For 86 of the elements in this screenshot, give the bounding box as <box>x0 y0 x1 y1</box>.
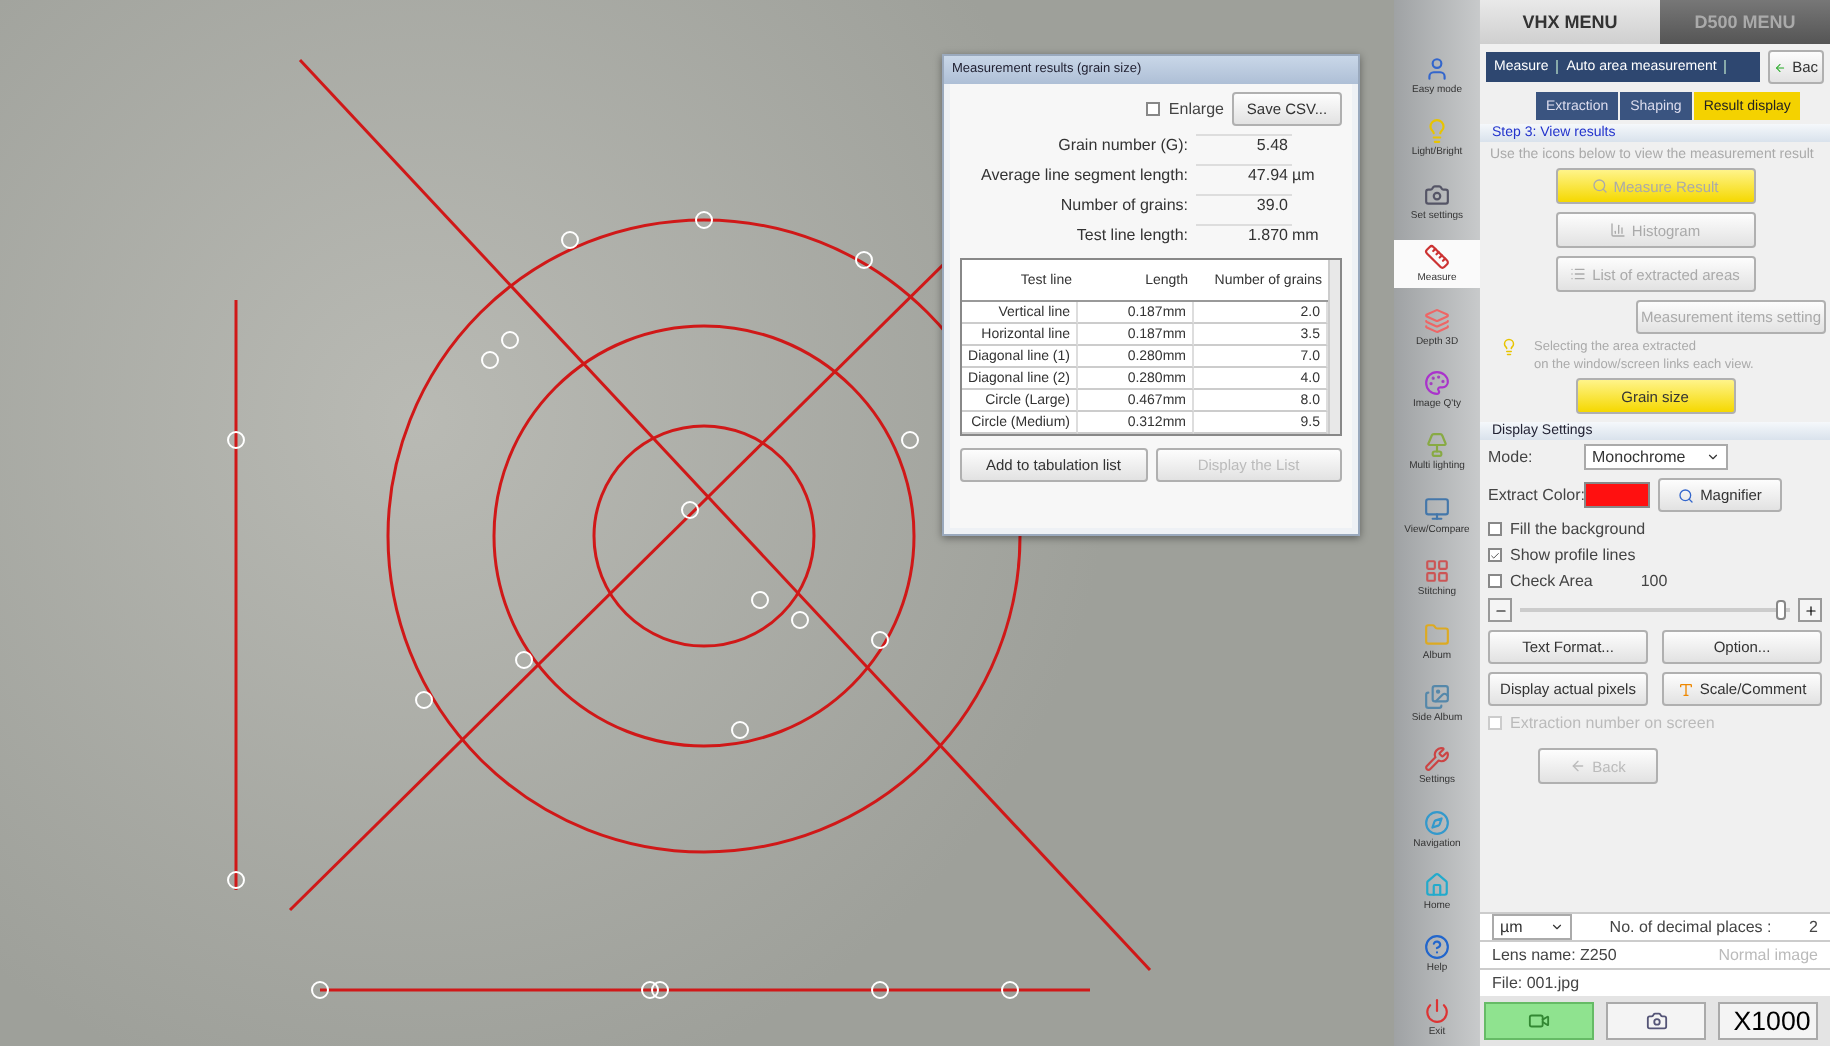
file-name: File: 001.jpg <box>1492 974 1580 992</box>
stat-label: Test line length: <box>1074 225 1190 243</box>
live-button[interactable] <box>1484 1002 1594 1040</box>
ruler-icon <box>1424 244 1450 271</box>
menu-tab[interactable]: VHX MENU <box>1480 0 1660 44</box>
power-icon <box>1424 997 1450 1024</box>
plus-button[interactable] <box>1798 598 1822 622</box>
text-icon <box>1677 681 1694 697</box>
stat-label: Average line segment length: <box>979 165 1190 183</box>
stat-value: 39.0 <box>1196 194 1292 214</box>
folder-icon <box>1424 621 1450 648</box>
checkbox[interactable] <box>1488 574 1502 588</box>
user-icon <box>1424 56 1450 82</box>
minus-button[interactable] <box>1488 598 1512 622</box>
intersection-marker <box>641 981 659 999</box>
intersection-marker <box>901 431 919 449</box>
compass-icon <box>1424 809 1450 836</box>
intersection-marker <box>855 251 873 269</box>
intersection-marker <box>695 211 713 229</box>
help-icon <box>1424 934 1450 961</box>
enlarge-label: Enlarge <box>1168 100 1224 118</box>
stat-value: 5.48 <box>1196 134 1292 154</box>
unit-dropdown[interactable]: µm <box>1492 914 1572 940</box>
stat-unit: mm <box>1292 225 1321 243</box>
scrollbar[interactable] <box>1328 260 1340 434</box>
stat-unit: µm <box>1292 165 1317 183</box>
intersection-marker <box>481 351 499 369</box>
caret-icon <box>1550 920 1564 934</box>
camera-icon <box>1424 181 1450 208</box>
intersection-marker <box>791 611 809 629</box>
color-swatch[interactable] <box>1584 482 1650 508</box>
intersection-marker <box>227 871 245 889</box>
lightbulb-icon <box>1424 118 1450 145</box>
search-icon <box>1678 487 1695 503</box>
search-icon <box>1591 178 1608 194</box>
checkbox-label: Show profile lines <box>1510 546 1636 564</box>
area-value: 100 <box>1640 572 1668 590</box>
intersection-marker <box>751 591 769 609</box>
zoom-button[interactable]: X1000 <box>1718 1002 1818 1040</box>
lens-name: Lens name: Z250 <box>1492 946 1617 964</box>
image-mode: Normal image <box>1718 946 1818 964</box>
grid-icon <box>1424 558 1450 585</box>
intersection-marker <box>1001 981 1019 999</box>
checkbox-label: Check Area <box>1510 572 1593 590</box>
intersection-marker <box>501 331 519 349</box>
stat-label: Number of grains: <box>1058 195 1190 213</box>
checkbox[interactable] <box>1488 522 1502 536</box>
decimal-label: No. of decimal places : <box>1609 918 1772 936</box>
capture-button[interactable] <box>1606 1002 1706 1040</box>
lamp-icon <box>1424 432 1450 459</box>
stat-value: 1.870 <box>1196 224 1292 244</box>
intersection-marker <box>681 501 699 519</box>
enlarge-checkbox[interactable] <box>1146 102 1161 116</box>
mode-dropdown[interactable]: Monochrome <box>1584 444 1728 470</box>
wrench-icon <box>1424 746 1450 773</box>
intersection-marker <box>871 981 889 999</box>
intersection-marker <box>651 981 669 999</box>
video-icon <box>1528 1010 1550 1032</box>
back-arrow-icon <box>1570 758 1587 774</box>
intersection-marker <box>415 691 433 709</box>
images-icon <box>1424 683 1450 710</box>
chart-icon <box>1609 222 1626 238</box>
intersection-marker <box>227 431 245 449</box>
lightbulb-icon <box>1500 338 1518 356</box>
intersection-marker <box>871 631 889 649</box>
slider-thumb[interactable] <box>1775 600 1786 620</box>
monitor-icon <box>1424 495 1450 522</box>
back-arrow-icon <box>1774 59 1787 75</box>
list-icon <box>1570 266 1587 282</box>
mode-label: Mode: <box>1488 448 1535 466</box>
caret-icon <box>1706 450 1720 464</box>
palette-icon <box>1424 369 1450 396</box>
layers-icon <box>1424 307 1450 334</box>
stat-value: 47.94 <box>1196 164 1292 184</box>
stat-label: Grain number (G): <box>1056 135 1190 153</box>
checkbox[interactable] <box>1488 548 1502 562</box>
check-icon <box>1490 549 1500 561</box>
intersection-marker <box>311 981 329 999</box>
intersection-marker <box>561 231 579 249</box>
plus-icon <box>1803 603 1817 617</box>
camera-icon <box>1645 1010 1667 1032</box>
intersection-marker <box>731 721 749 739</box>
home-icon <box>1424 872 1450 899</box>
checkbox-label: Fill the background <box>1510 520 1646 538</box>
intersection-marker <box>515 651 533 669</box>
decimal-value: 2 <box>1809 918 1818 936</box>
